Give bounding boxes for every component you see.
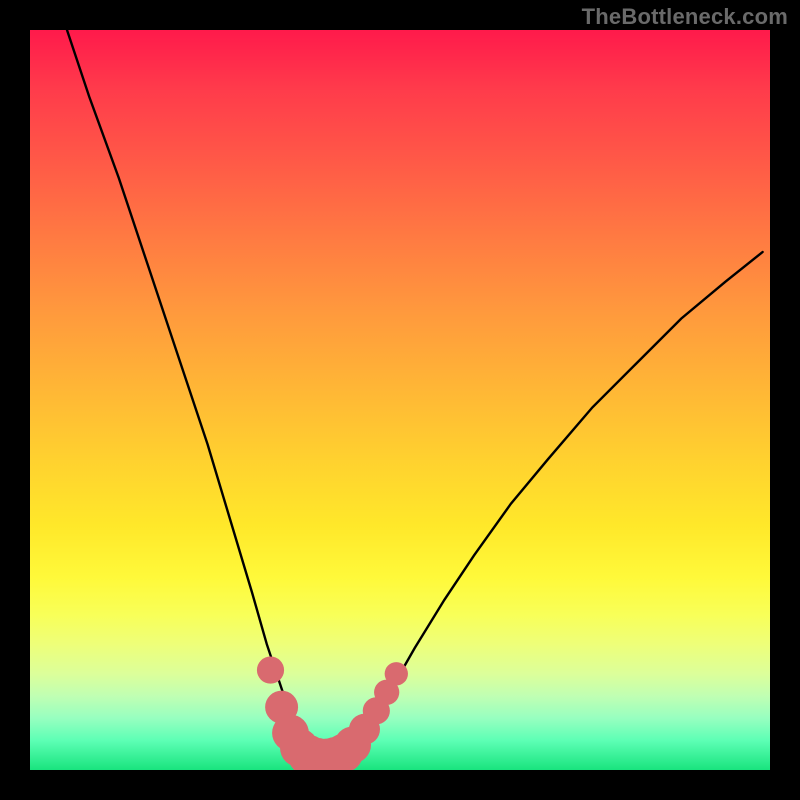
chart-frame: TheBottleneck.com bbox=[0, 0, 800, 800]
curve-markers bbox=[257, 657, 408, 770]
curve-marker bbox=[385, 662, 408, 685]
curve-marker bbox=[257, 657, 284, 684]
chart-overlay bbox=[30, 30, 770, 770]
plot-area bbox=[30, 30, 770, 770]
bottleneck-curve bbox=[67, 30, 763, 759]
watermark-text: TheBottleneck.com bbox=[582, 4, 788, 30]
